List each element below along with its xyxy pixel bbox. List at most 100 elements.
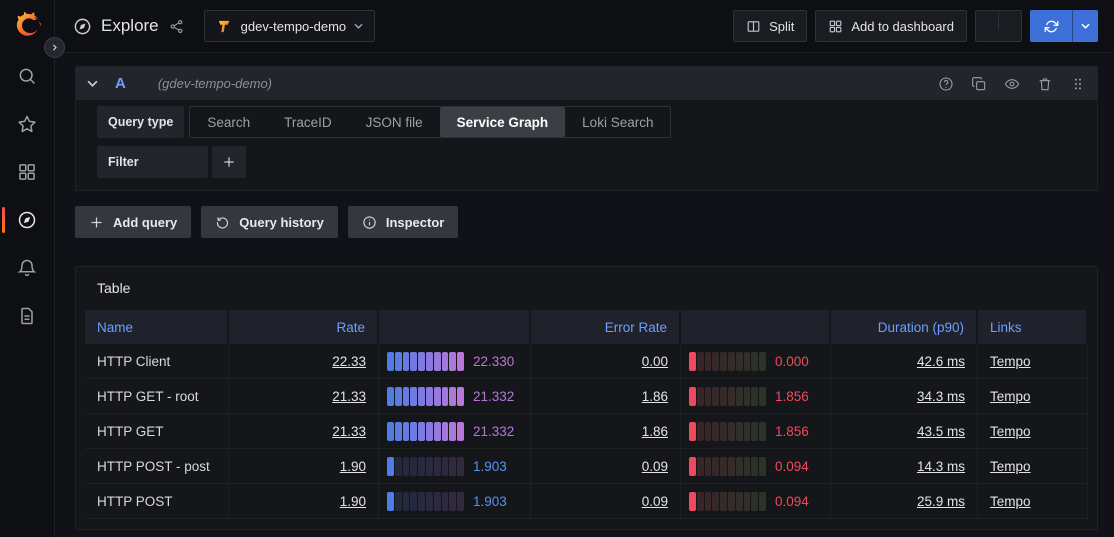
sidebar-item-search[interactable] xyxy=(0,66,54,86)
sidebar-item-dashboards[interactable] xyxy=(0,162,54,182)
run-query-button xyxy=(1030,10,1098,42)
column-header-rate[interactable]: Rate xyxy=(229,310,379,344)
rate-gauge-value: 21.332 xyxy=(473,424,514,439)
cell-error-rate: 0.09 xyxy=(531,449,681,484)
service-name: HTTP GET xyxy=(97,424,164,439)
query-ref-id[interactable]: A xyxy=(115,75,126,92)
time-picker-button[interactable] xyxy=(976,11,998,30)
duration-link[interactable]: 25.9 ms xyxy=(917,494,965,509)
panel-title: Table xyxy=(85,275,1088,310)
service-name: HTTP Client xyxy=(97,354,170,369)
duration-link[interactable]: 43.5 ms xyxy=(917,424,965,439)
duration-link[interactable]: 34.3 ms xyxy=(917,389,965,404)
rate-link[interactable]: 1.90 xyxy=(340,494,366,509)
duplicate-query-icon[interactable] xyxy=(971,76,987,92)
share-icon[interactable] xyxy=(169,19,184,34)
sidebar-expand-button[interactable] xyxy=(44,37,65,58)
query-type-search[interactable]: Search xyxy=(190,107,267,137)
column-header-name[interactable]: Name xyxy=(85,310,229,344)
cell-error-gauge: 0.094 xyxy=(681,484,831,519)
grafana-logo[interactable] xyxy=(11,9,44,42)
error-gauge-value: 1.856 xyxy=(775,424,809,439)
rate-link[interactable]: 21.33 xyxy=(332,389,366,404)
tempo-link[interactable]: Tempo xyxy=(990,354,1031,369)
cell-rate-gauge: 21.332 xyxy=(379,414,531,449)
filter-row: Filter xyxy=(97,146,1087,178)
column-header-rate-gauge[interactable] xyxy=(379,310,531,344)
query-type-radio-group: Search TraceID JSON file Service Graph L… xyxy=(189,106,671,138)
tempo-link[interactable]: Tempo xyxy=(990,494,1031,509)
query-type-label: Query type xyxy=(97,106,184,138)
column-header-links[interactable]: Links xyxy=(978,310,1088,344)
cell-rate-gauge: 1.903 xyxy=(379,449,531,484)
sidebar-item-alerting[interactable] xyxy=(0,258,54,278)
explore-page: Explore gdev-tempo-demo Split Add to das xyxy=(0,0,1114,537)
time-controls xyxy=(975,10,1022,42)
error-gauge-value: 0.094 xyxy=(775,494,809,509)
remove-query-trash-icon[interactable] xyxy=(1037,76,1053,92)
column-header-error-gauge[interactable] xyxy=(681,310,831,344)
error-rate-link[interactable]: 1.86 xyxy=(642,389,668,404)
refresh-interval-dropdown[interactable] xyxy=(1072,10,1098,42)
add-filter-button[interactable] xyxy=(212,146,246,178)
rate-gauge-value: 1.903 xyxy=(473,459,507,474)
query-datasource-subtitle: (gdev-tempo-demo) xyxy=(158,76,272,91)
error-rate-link[interactable]: 0.09 xyxy=(642,494,668,509)
drag-handle-icon[interactable] xyxy=(1070,76,1086,92)
table-panel: Table Name Rate Error Rate Duration (p90… xyxy=(75,266,1098,530)
error-rate-link[interactable]: 0.00 xyxy=(642,354,668,369)
hide-response-eye-icon[interactable] xyxy=(1004,76,1020,92)
refresh-button[interactable] xyxy=(1030,10,1072,42)
query-history-button[interactable]: Query history xyxy=(201,206,338,238)
add-query-button[interactable]: Add query xyxy=(75,206,191,238)
column-header-error-rate[interactable]: Error Rate xyxy=(531,310,681,344)
split-button[interactable]: Split xyxy=(733,10,807,42)
cell-duration: 43.5 ms xyxy=(831,414,978,449)
explore-compass-icon xyxy=(73,17,92,36)
query-type-json-file[interactable]: JSON file xyxy=(349,107,440,137)
zoom-out-button[interactable] xyxy=(998,11,1021,30)
topbar: Explore gdev-tempo-demo Split Add to das xyxy=(55,0,1114,53)
error-rate-link[interactable]: 1.86 xyxy=(642,424,668,439)
cell-duration: 25.9 ms xyxy=(831,484,978,519)
cell-rate: 21.33 xyxy=(229,379,379,414)
rate-link[interactable]: 22.33 xyxy=(332,354,366,369)
column-header-duration[interactable]: Duration (p90) xyxy=(831,310,978,344)
rate-gauge-value: 22.330 xyxy=(473,354,514,369)
apps-icon xyxy=(828,19,843,34)
tempo-link[interactable]: Tempo xyxy=(990,389,1031,404)
error-bar-gauge xyxy=(689,422,766,441)
sidebar-item-explore[interactable] xyxy=(0,210,54,230)
rate-link[interactable]: 1.90 xyxy=(340,459,366,474)
star-icon xyxy=(17,114,37,134)
tempo-link[interactable]: Tempo xyxy=(990,459,1031,474)
sidebar-item-docs[interactable] xyxy=(0,306,54,326)
chevron-down-icon xyxy=(1081,23,1090,29)
sidebar-item-starred[interactable] xyxy=(0,114,54,134)
query-type-loki-search[interactable]: Loki Search xyxy=(565,107,670,137)
service-name: HTTP GET - root xyxy=(97,389,199,404)
rate-bar-gauge xyxy=(387,492,464,511)
cell-error-gauge: 1.856 xyxy=(681,379,831,414)
rate-gauge-value: 1.903 xyxy=(473,494,507,509)
tempo-link[interactable]: Tempo xyxy=(990,424,1031,439)
inspector-button[interactable]: Inspector xyxy=(348,206,459,238)
query-type-service-graph[interactable]: Service Graph xyxy=(440,107,566,137)
page-title: Explore xyxy=(101,16,159,36)
datasource-name: gdev-tempo-demo xyxy=(241,19,347,34)
cell-error-gauge: 1.856 xyxy=(681,414,831,449)
duration-link[interactable]: 42.6 ms xyxy=(917,354,965,369)
duration-link[interactable]: 14.3 ms xyxy=(917,459,965,474)
sidebar-nav xyxy=(0,66,54,326)
error-rate-link[interactable]: 0.09 xyxy=(642,459,668,474)
cell-error-gauge: 0.000 xyxy=(681,344,831,379)
query-type-traceid[interactable]: TraceID xyxy=(267,107,349,137)
rate-link[interactable]: 21.33 xyxy=(332,424,366,439)
plus-icon xyxy=(89,215,104,230)
collapse-query-chevron[interactable] xyxy=(87,78,98,89)
help-icon[interactable] xyxy=(938,76,954,92)
rate-gauge-value: 21.332 xyxy=(473,389,514,404)
cell-service-name: HTTP POST xyxy=(85,484,229,519)
datasource-picker[interactable]: gdev-tempo-demo xyxy=(204,10,376,42)
add-to-dashboard-button[interactable]: Add to dashboard xyxy=(815,10,967,42)
